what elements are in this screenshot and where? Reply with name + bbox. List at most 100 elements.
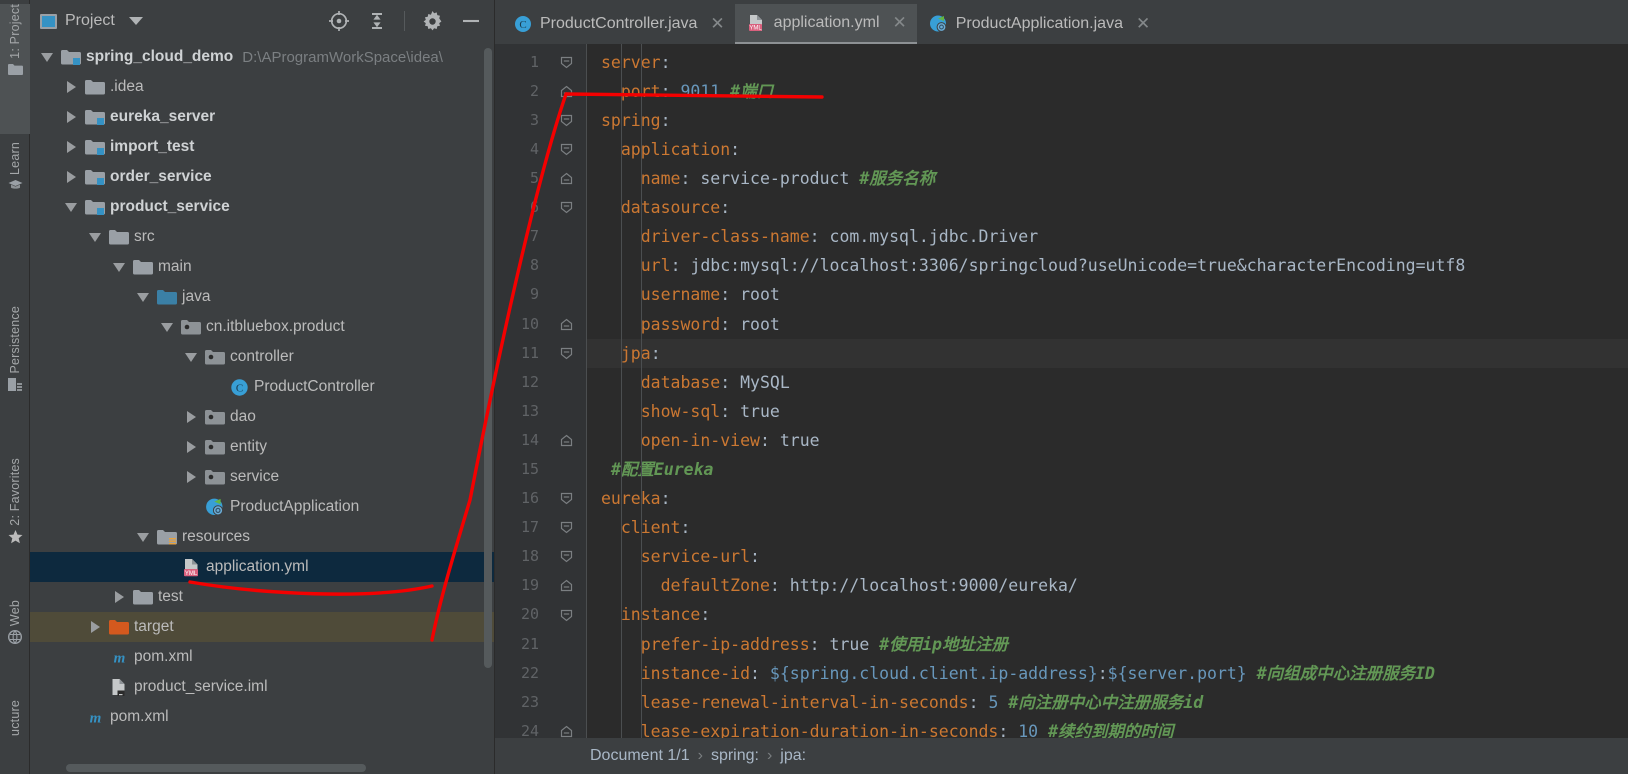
locate-icon[interactable]: [328, 10, 350, 32]
chevron-down-icon[interactable]: [180, 352, 202, 362]
tree-item[interactable]: resources: [30, 522, 494, 552]
chevron-right-icon[interactable]: [60, 141, 82, 153]
editor-body[interactable]: 1234567891011121314151617181920212223242…: [495, 43, 1628, 738]
editor-tab-productapplication[interactable]: ProductApplication.java ✕: [917, 4, 1160, 44]
code-line[interactable]: password: root: [587, 310, 1628, 339]
chevron-right-icon[interactable]: [84, 621, 106, 633]
fold-end-icon[interactable]: [553, 426, 579, 455]
minimize-icon[interactable]: [460, 11, 482, 31]
code-line[interactable]: instance:: [587, 600, 1628, 629]
collapse-all-icon[interactable]: [367, 10, 387, 32]
chevron-right-icon[interactable]: [180, 471, 202, 483]
fold-collapse-icon[interactable]: [553, 513, 579, 542]
code-line[interactable]: open-in-view: true: [587, 426, 1628, 455]
close-icon[interactable]: ✕: [1136, 14, 1150, 34]
code-line[interactable]: lease-renewal-interval-in-seconds: 5 #向注…: [587, 688, 1628, 717]
tree-item[interactable]: entity: [30, 432, 494, 462]
close-icon[interactable]: ✕: [893, 13, 907, 33]
code-line[interactable]: port: 9011 #端口: [587, 77, 1628, 106]
tree-item[interactable]: dao: [30, 402, 494, 432]
close-icon[interactable]: ✕: [710, 14, 724, 34]
chevron-right-icon[interactable]: [60, 81, 82, 93]
fold-end-icon[interactable]: [553, 310, 579, 339]
tree-item[interactable]: test: [30, 582, 494, 612]
chevron-down-icon[interactable]: [128, 17, 143, 25]
fold-collapse-icon[interactable]: [553, 193, 579, 222]
tree-item[interactable]: cn.itbluebox.product: [30, 312, 494, 342]
gear-icon[interactable]: [422, 10, 443, 32]
chevron-down-icon[interactable]: [156, 322, 178, 332]
chevron-down-icon[interactable]: [132, 292, 154, 302]
chevron-down-icon[interactable]: [60, 202, 82, 212]
code-line[interactable]: eureka:: [587, 484, 1628, 513]
fold-collapse-icon[interactable]: [553, 339, 579, 368]
editor-tab-productcontroller[interactable]: C ProductController.java ✕: [501, 4, 735, 44]
tool-window-web[interactable]: Web: [0, 600, 30, 684]
fold-end-icon[interactable]: [553, 571, 579, 600]
code-line[interactable]: datasource:: [587, 193, 1628, 222]
code-line[interactable]: defaultZone: http://localhost:9000/eurek…: [587, 571, 1628, 600]
chevron-right-icon[interactable]: [180, 441, 202, 453]
breadcrumb-document[interactable]: Document 1/1: [590, 747, 690, 765]
tree-item[interactable]: service: [30, 462, 494, 492]
chevron-right-icon[interactable]: [60, 171, 82, 183]
code-line[interactable]: #配置Eureka: [587, 455, 1628, 484]
tree-item[interactable]: spring_cloud_demo D:\AProgramWorkSpace\id…: [30, 42, 494, 72]
tool-window-favorites[interactable]: 2: Favorites: [0, 458, 30, 588]
tree-item[interactable]: m pom.xml: [30, 702, 494, 732]
tree-item[interactable]: controller: [30, 342, 494, 372]
fold-end-icon[interactable]: [553, 77, 579, 106]
editor-tab-application-yml[interactable]: YML application.yml ✕: [734, 3, 917, 44]
tool-window-project[interactable]: 1: Project: [0, 4, 30, 134]
breadcrumb-item-jpa[interactable]: jpa:: [780, 747, 806, 765]
code-line[interactable]: spring:: [587, 106, 1628, 135]
code-line[interactable]: name: service-product #服务名称: [587, 164, 1628, 193]
tree-item[interactable]: order_service: [30, 162, 494, 192]
tree-item[interactable]: YML application.yml: [30, 552, 494, 582]
code-line[interactable]: database: MySQL: [587, 368, 1628, 397]
tree-item[interactable]: src: [30, 222, 494, 252]
code-line[interactable]: driver-class-name: com.mysql.jdbc.Driver: [587, 222, 1628, 251]
editor-gutter[interactable]: 1234567891011121314151617181920212223242…: [495, 43, 587, 738]
code-line[interactable]: application:: [587, 135, 1628, 164]
tree-item[interactable]: C ProductController: [30, 372, 494, 402]
tree-item[interactable]: eureka_server: [30, 102, 494, 132]
code-line[interactable]: jpa:: [587, 338, 1628, 368]
tree-item[interactable]: main: [30, 252, 494, 282]
fold-collapse-icon[interactable]: [553, 600, 579, 629]
code-line[interactable]: lease-expiration-duration-in-seconds: 10…: [587, 717, 1628, 738]
chevron-right-icon[interactable]: [108, 591, 130, 603]
chevron-down-icon[interactable]: [108, 262, 130, 272]
breadcrumb-item-spring[interactable]: spring:: [711, 747, 759, 765]
code-line[interactable]: prefer-ip-address: true #使用ip地址注册: [587, 630, 1628, 659]
fold-collapse-icon[interactable]: [553, 542, 579, 571]
fold-collapse-icon[interactable]: [553, 48, 579, 77]
tree-item[interactable]: m pom.xml: [30, 642, 494, 672]
chevron-right-icon[interactable]: [60, 111, 82, 123]
project-tree-vertical-scrollbar[interactable]: [484, 48, 492, 668]
code-line[interactable]: url: jdbc:mysql://localhost:3306/springc…: [587, 251, 1628, 280]
chevron-right-icon[interactable]: [180, 411, 202, 423]
fold-collapse-icon[interactable]: [553, 106, 579, 135]
tool-window-persistence[interactable]: Persistence: [0, 306, 30, 436]
code-line[interactable]: show-sql: true: [587, 397, 1628, 426]
code-line[interactable]: instance-id: ${spring.cloud.client.ip-ad…: [587, 659, 1628, 688]
tree-item[interactable]: product_service: [30, 192, 494, 222]
tree-item[interactable]: product_service.iml: [30, 672, 494, 702]
code-line[interactable]: server:: [587, 48, 1628, 77]
code-line[interactable]: client:: [587, 513, 1628, 542]
tool-window-learn[interactable]: Learn: [0, 142, 30, 220]
chevron-down-icon[interactable]: [36, 52, 58, 62]
tree-item[interactable]: target: [30, 612, 494, 642]
tool-window-structure[interactable]: ucture: [0, 700, 30, 774]
fold-collapse-icon[interactable]: [553, 484, 579, 513]
tree-item[interactable]: ProductApplication: [30, 492, 494, 522]
chevron-down-icon[interactable]: [84, 232, 106, 242]
chevron-down-icon[interactable]: [132, 532, 154, 542]
fold-end-icon[interactable]: [553, 164, 579, 193]
project-tree-horizontal-scrollbar[interactable]: [66, 764, 366, 772]
tree-item[interactable]: import_test: [30, 132, 494, 162]
editor-code-pane[interactable]: server: port: 9011 #端口 spring: applicatio…: [587, 43, 1628, 738]
code-line[interactable]: username: root: [587, 280, 1628, 309]
fold-collapse-icon[interactable]: [553, 135, 579, 164]
